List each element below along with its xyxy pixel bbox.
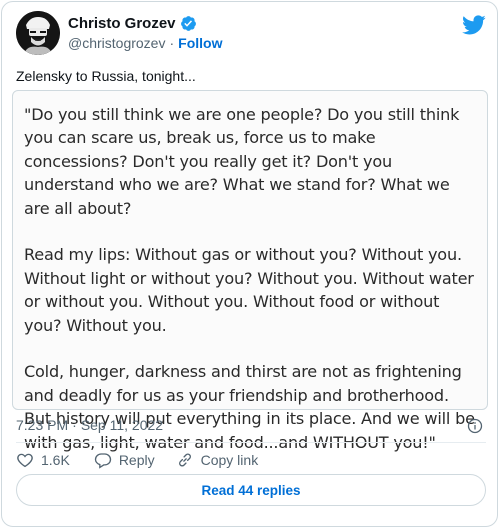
handle-row: @christogrozev · Follow [68,35,222,51]
heart-icon [17,453,33,468]
quote-image[interactable]: "Do you still think we are one people? D… [12,90,488,452]
twitter-bird-icon[interactable] [462,13,486,37]
copy-link-label: Copy link [200,452,259,468]
like-button[interactable]: 1.6K [16,451,70,469]
verified-badge-icon [180,15,197,32]
tweet-card: Christo Grozev @christogrozev · Follow Z… [1,1,498,527]
link-icon [178,453,191,467]
follow-button[interactable]: Follow [178,35,222,51]
like-count: 1.6K [41,452,70,468]
quote-paragraph: Cold, hunger, darkness and thirst are no… [24,362,475,452]
tweet-header: Christo Grozev @christogrozev · Follow [16,11,486,59]
timestamp[interactable]: 7:23 PM · Sep 11, 2022 [16,417,163,433]
tweet-text: Zelensky to Russia, tonight... [16,68,196,84]
handle[interactable]: @christogrozev [68,35,165,51]
tweet-date: Sep 11, 2022 [80,417,164,433]
avatar-image [16,11,60,55]
read-replies-button[interactable]: Read 44 replies [16,474,486,506]
reply-label: Reply [118,452,155,468]
handle-separator: · [169,35,175,51]
name-row: Christo Grozev [68,15,197,32]
date-separator: · [72,417,77,433]
quote-paragraph: "Do you still think we are one people? D… [24,105,460,218]
avatar[interactable] [16,11,60,55]
reply-bubble-icon [94,453,111,469]
display-name[interactable]: Christo Grozev [68,15,176,32]
quote-paragraph: Read my lips: Without gas or without you… [24,245,474,335]
info-icon[interactable] [467,418,483,434]
copy-link-button[interactable]: Copy link [176,451,259,469]
action-bar: 1.6K Reply Copy link [16,449,258,471]
divider [16,442,486,443]
reply-button[interactable]: Reply [94,451,155,469]
tweet-time: 7:23 PM [16,417,69,433]
